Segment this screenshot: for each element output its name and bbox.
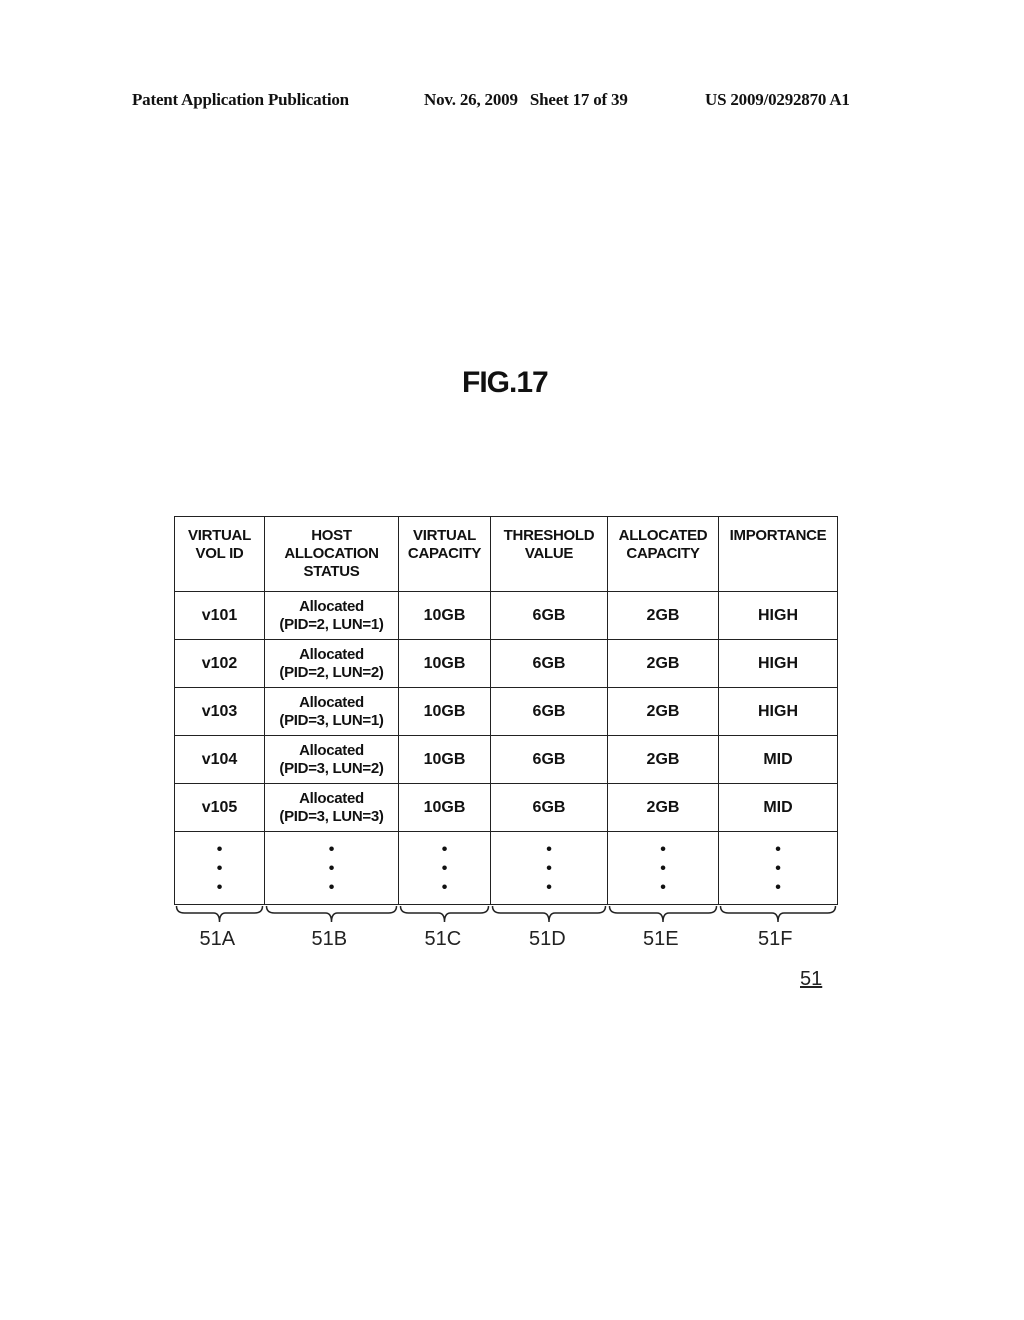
header-text-line: STATUS — [303, 563, 360, 580]
column-reference-label: 51F — [758, 928, 793, 950]
header-threshold-value: THRESHOLD VALUE — [490, 516, 608, 592]
ellipsis-cell: • • • — [264, 831, 399, 905]
host-status-cell: Allocated (PID=3, LUN=3) — [264, 783, 399, 832]
host-status-cell: Allocated (PID=3, LUN=1) — [264, 687, 399, 736]
host-status-cell: Allocated (PID=2, LUN=2) — [264, 639, 399, 688]
header-importance: IMPORTANCE — [718, 516, 838, 592]
header-text-line: ALLOCATION — [284, 545, 379, 562]
ellipsis-cell: • • • — [174, 831, 265, 905]
host-status-cell: Allocated (PID=3, LUN=2) — [264, 735, 399, 784]
ellipsis-cell: • • • — [607, 831, 719, 905]
header-host-allocation-status: HOST ALLOCATION STATUS — [264, 516, 399, 592]
ellipsis-cell: • • • — [718, 831, 838, 905]
table-header-row: VIRTUAL VOL ID HOST ALLOCATION STATUS VIRTUAL… — [174, 516, 838, 592]
column-reference-label: 51E — [643, 928, 679, 950]
column-reference-label: 51C — [424, 928, 462, 950]
importance-cell: MID — [718, 735, 838, 784]
header-text-line: HOST — [311, 527, 352, 544]
column-brace — [175, 905, 264, 923]
vol-id-cell: v103 — [174, 687, 265, 736]
header-text-line: IMPORTANCE — [729, 527, 827, 544]
header-virtual-capacity: VIRTUAL CAPACITY — [398, 516, 491, 592]
table-row: v102 Allocated (PID=2, LUN=2) 10GB 6GB 2GB HIG… — [174, 639, 838, 688]
header-text-line: VIRTUAL — [188, 527, 251, 544]
virtual-volume-table: VIRTUAL VOL ID HOST ALLOCATION STATUS VIRTUAL… — [174, 516, 838, 905]
allocated-capacity-cell: 2GB — [607, 687, 719, 736]
column-braces — [175, 905, 837, 923]
table-row: v101 Allocated (PID=2, LUN=1) 10GB 6GB 2GB HIG… — [174, 591, 838, 640]
threshold-cell: 6GB — [490, 639, 608, 688]
column-reference-label: 51D — [529, 928, 566, 950]
importance-cell: HIGH — [718, 639, 838, 688]
threshold-cell: 6GB — [490, 783, 608, 832]
status-text-line: (PID=3, LUN=1) — [279, 711, 384, 729]
header-text-line: VALUE — [524, 545, 574, 562]
vol-id-cell: v105 — [174, 783, 265, 832]
column-brace — [608, 905, 718, 923]
figure-title: FIG.17 — [462, 366, 549, 399]
column-brace — [719, 905, 837, 923]
patent-number: US 2009/0292870 A1 — [705, 90, 850, 109]
virtual-capacity-cell: 10GB — [398, 687, 491, 736]
header-virtual-vol-id: VIRTUAL VOL ID — [174, 516, 265, 592]
threshold-cell: 6GB — [490, 591, 608, 640]
column-reference-label: 51A — [199, 928, 236, 950]
header-text-line: VIRTUAL — [413, 527, 476, 544]
status-text-line: (PID=2, LUN=2) — [279, 663, 384, 681]
header-allocated-capacity: ALLOCATED CAPACITY — [607, 516, 719, 592]
virtual-capacity-cell: 10GB — [398, 639, 491, 688]
status-text-line: Allocated — [299, 693, 364, 711]
importance-cell: HIGH — [718, 591, 838, 640]
header-text-line: CAPACITY — [407, 545, 482, 562]
allocated-capacity-cell: 2GB — [607, 783, 719, 832]
virtual-capacity-cell: 10GB — [398, 591, 491, 640]
header-text-line: VOL ID — [195, 545, 244, 562]
date-sheet-label: Nov. 26, 2009 Sheet 17 of 39 — [424, 90, 628, 109]
header-text-line: THRESHOLD — [503, 527, 595, 544]
status-text-line: (PID=3, LUN=2) — [279, 759, 384, 777]
vol-id-cell: v104 — [174, 735, 265, 784]
publication-label: Patent Application Publication — [132, 90, 349, 109]
allocated-capacity-cell: 2GB — [607, 591, 719, 640]
status-text-line: Allocated — [299, 597, 364, 615]
host-status-cell: Allocated (PID=2, LUN=1) — [264, 591, 399, 640]
vol-id-cell: v101 — [174, 591, 265, 640]
importance-cell: MID — [718, 783, 838, 832]
status-text-line: (PID=3, LUN=3) — [279, 807, 384, 825]
threshold-cell: 6GB — [490, 735, 608, 784]
column-brace — [491, 905, 607, 923]
ellipsis-row: • • • • • • • • • • • • • • • • • • — [174, 831, 838, 905]
status-text-line: Allocated — [299, 645, 364, 663]
table-row: v104 Allocated (PID=3, LUN=2) 10GB 6GB 2GB MID — [174, 735, 838, 784]
status-text-line: Allocated — [299, 741, 364, 759]
column-brace — [399, 905, 490, 923]
table-row: v103 Allocated (PID=3, LUN=1) 10GB 6GB 2GB HIG… — [174, 687, 838, 736]
status-text-line: Allocated — [299, 789, 364, 807]
column-brace — [265, 905, 398, 923]
header-text-line: CAPACITY — [626, 545, 700, 562]
figure-reference-number: 51 — [800, 968, 823, 990]
vol-id-cell: v102 — [174, 639, 265, 688]
status-text-line: (PID=2, LUN=1) — [279, 615, 384, 633]
ellipsis-cell: • • • — [398, 831, 491, 905]
allocated-capacity-cell: 2GB — [607, 639, 719, 688]
header-text-line: ALLOCATED — [618, 527, 708, 544]
virtual-capacity-cell: 10GB — [398, 783, 491, 832]
importance-cell: HIGH — [718, 687, 838, 736]
threshold-cell: 6GB — [490, 687, 608, 736]
ellipsis-cell: • • • — [490, 831, 608, 905]
virtual-capacity-cell: 10GB — [398, 735, 491, 784]
column-reference-label: 51B — [311, 928, 348, 950]
allocated-capacity-cell: 2GB — [607, 735, 719, 784]
table-row: v105 Allocated (PID=3, LUN=3) 10GB 6GB 2GB MID — [174, 783, 838, 832]
